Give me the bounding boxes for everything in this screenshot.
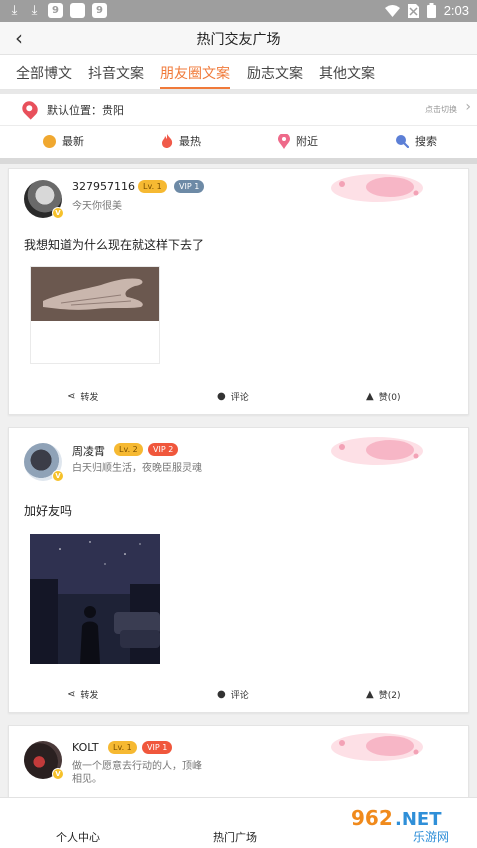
comment-icon: ●	[217, 391, 226, 402]
user-bio: 白天归顺生活，夜晚臣服灵魂	[72, 463, 202, 474]
post-card: V 327957116 Lv. 1 VIP 1 今天你很美 我想知道为什么现在就…	[8, 168, 469, 415]
nav-hot-square[interactable]: 热门广场	[213, 829, 257, 845]
decoration-sticker-icon	[331, 174, 423, 202]
post-image[interactable]	[30, 266, 160, 364]
svg-text:962: 962	[351, 806, 393, 830]
nav-personal-center[interactable]: 个人中心	[56, 829, 100, 845]
level-badge: Lv. 2	[114, 443, 143, 456]
flame-icon	[162, 134, 173, 148]
title-bar: ‹ 热门交友广场	[0, 22, 477, 55]
site-watermark-logo: 962 .NET 乐游网	[345, 801, 473, 845]
tab-moments-copy[interactable]: 朋友圈文案	[160, 63, 230, 83]
page-title: 热门交友广场	[196, 32, 281, 48]
category-tabs: 全部博文 抖音文案 朋友圈文案 励志文案 其他文案	[0, 55, 477, 90]
share-label: 转发	[80, 691, 99, 701]
comment-icon: ●	[217, 689, 226, 700]
like-label: 赞(0)	[378, 393, 401, 403]
tab-other-copy[interactable]: 其他文案	[319, 63, 375, 83]
filter-latest[interactable]: 最新	[43, 133, 84, 149]
vip-badge: VIP 1	[174, 180, 205, 193]
post-content: 加好友吗	[24, 504, 73, 518]
thumbs-up-icon: ▲	[366, 391, 374, 402]
comment-button[interactable]: ● 评论	[217, 390, 249, 403]
tab-douyin-copy[interactable]: 抖音文案	[88, 63, 144, 83]
username[interactable]: 周凌霄	[72, 443, 105, 459]
filter-bar: 最新 最热 附近 搜索	[0, 126, 477, 158]
share-icon: ⋖	[67, 391, 76, 402]
location-label: 默认位置：贵阳	[47, 104, 124, 117]
decoration-sticker-icon	[331, 733, 423, 761]
user-bio: 今天你很美	[72, 201, 122, 212]
pin-icon	[278, 133, 290, 149]
vip-badge: VIP 2	[148, 443, 179, 456]
wifi-icon	[384, 4, 400, 17]
post-actions: ⋖ 转发 ● 评论 ▲ 赞(0)	[9, 387, 470, 407]
filter-search[interactable]: 搜索	[395, 133, 437, 149]
user-bio: 做一个愿意去行动的人，顶峰相见。	[72, 761, 202, 785]
clock-icon	[43, 134, 56, 148]
verified-badge-icon: V	[52, 768, 64, 780]
comment-label: 评论	[230, 691, 249, 701]
username[interactable]: 327957116	[72, 180, 135, 193]
comment-button[interactable]: ● 评论	[217, 688, 249, 701]
location-bar[interactable]: 默认位置：贵阳 点击切换 ›	[0, 94, 477, 126]
vip-badge: VIP 1	[142, 741, 173, 754]
tab-inspirational-copy[interactable]: 励志文案	[247, 63, 303, 83]
like-button[interactable]: ▲ 赞(2)	[366, 688, 400, 701]
verified-badge-icon: V	[52, 470, 64, 482]
share-icon: ⋖	[67, 689, 76, 700]
filter-label: 最新	[62, 135, 84, 148]
location-switch-button[interactable]: 点击切换	[425, 104, 457, 115]
app-notification-icon	[70, 3, 85, 18]
app-notification-icon: 9	[92, 3, 107, 18]
status-bar: ⤓ ⤓ 9 9 2:03	[0, 0, 477, 22]
filter-nearby[interactable]: 附近	[278, 133, 318, 149]
share-button[interactable]: ⋖ 转发	[67, 688, 98, 701]
svg-text:.NET: .NET	[395, 809, 442, 830]
clock: 2:03	[443, 3, 469, 18]
decoration-sticker-icon	[331, 437, 423, 465]
level-badge: Lv. 1	[138, 180, 167, 193]
no-sim-icon	[407, 3, 419, 18]
post-card: V KOLT Lv. 1 VIP 1 做一个愿意去行动的人，顶峰相见。	[8, 725, 469, 805]
post-card: V 周凌霄 Lv. 2 VIP 2 白天归顺生活，夜晚臣服灵魂 加好友吗 ⋖ 转…	[8, 427, 469, 713]
like-button[interactable]: ▲ 赞(0)	[366, 390, 400, 403]
comment-label: 评论	[230, 393, 249, 403]
post-content: 我想知道为什么现在就这样下去了	[24, 238, 205, 252]
filter-hottest[interactable]: 最热	[161, 133, 201, 149]
share-button[interactable]: ⋖ 转发	[67, 390, 98, 403]
username[interactable]: KOLT	[72, 741, 99, 754]
tab-all-posts[interactable]: 全部博文	[16, 63, 72, 83]
filter-label: 附近	[296, 135, 318, 148]
download-icon: ⤓	[31, 3, 38, 18]
street-night-photo	[30, 534, 160, 664]
filter-label: 搜索	[415, 135, 437, 148]
like-label: 赞(2)	[378, 691, 401, 701]
thumbs-up-icon: ▲	[366, 689, 374, 700]
location-pin-icon	[19, 98, 41, 120]
notification-icons: ⤓ ⤓ 9 9	[8, 3, 107, 18]
download-icon: ⤓	[11, 3, 18, 18]
share-label: 转发	[80, 393, 99, 403]
svg-text:乐游网: 乐游网	[413, 830, 449, 844]
divider	[0, 158, 477, 164]
status-indicators: 2:03	[384, 3, 469, 18]
post-actions: ⋖ 转发 ● 评论 ▲ 赞(2)	[9, 685, 470, 705]
active-tab-indicator	[160, 87, 230, 89]
chevron-right-icon: ›	[465, 99, 471, 115]
battery-icon	[426, 3, 436, 18]
verified-badge-icon: V	[52, 207, 64, 219]
search-icon	[396, 135, 409, 148]
post-image[interactable]	[30, 534, 160, 664]
app-notification-icon: 9	[48, 3, 63, 18]
level-badge: Lv. 1	[108, 741, 137, 754]
filter-label: 最热	[179, 135, 201, 148]
hand-photo	[31, 267, 159, 321]
